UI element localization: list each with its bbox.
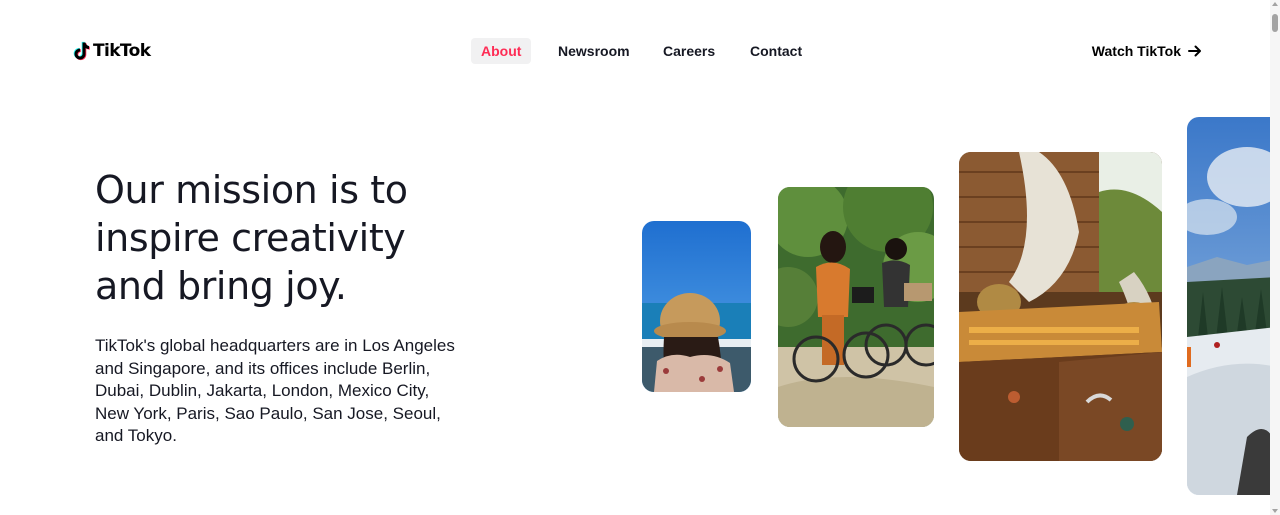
- watch-tiktok-label: Watch TikTok: [1091, 43, 1181, 59]
- nav-contact[interactable]: Contact: [740, 38, 812, 64]
- photo-ski-slope: [1187, 117, 1277, 495]
- watch-tiktok-link[interactable]: Watch TikTok: [1092, 40, 1202, 62]
- scroll-down-arrow-icon[interactable]: [1272, 509, 1278, 513]
- nav-careers[interactable]: Careers: [653, 38, 725, 64]
- photo-beekeeper: [959, 152, 1162, 461]
- nav-about[interactable]: About: [471, 38, 532, 64]
- tiktok-logo-icon: [73, 41, 90, 61]
- scroll-thumb[interactable]: [1272, 14, 1278, 32]
- mission-headline: Our mission is to inspire creativity and…: [95, 168, 408, 308]
- nav-newsroom[interactable]: Newsroom: [548, 38, 640, 64]
- page-scrollbar[interactable]: [1270, 0, 1280, 515]
- photo-cyclists: [778, 187, 934, 427]
- photo-beach-hat: [642, 221, 751, 392]
- arrow-right-icon: [1188, 45, 1201, 57]
- logo-text: TikTok: [93, 41, 151, 61]
- headquarters-description: TikTok's global headquarters are in Los …: [95, 336, 455, 446]
- tiktok-logo[interactable]: TikTok: [72, 40, 151, 62]
- scroll-up-arrow-icon[interactable]: [1272, 2, 1278, 6]
